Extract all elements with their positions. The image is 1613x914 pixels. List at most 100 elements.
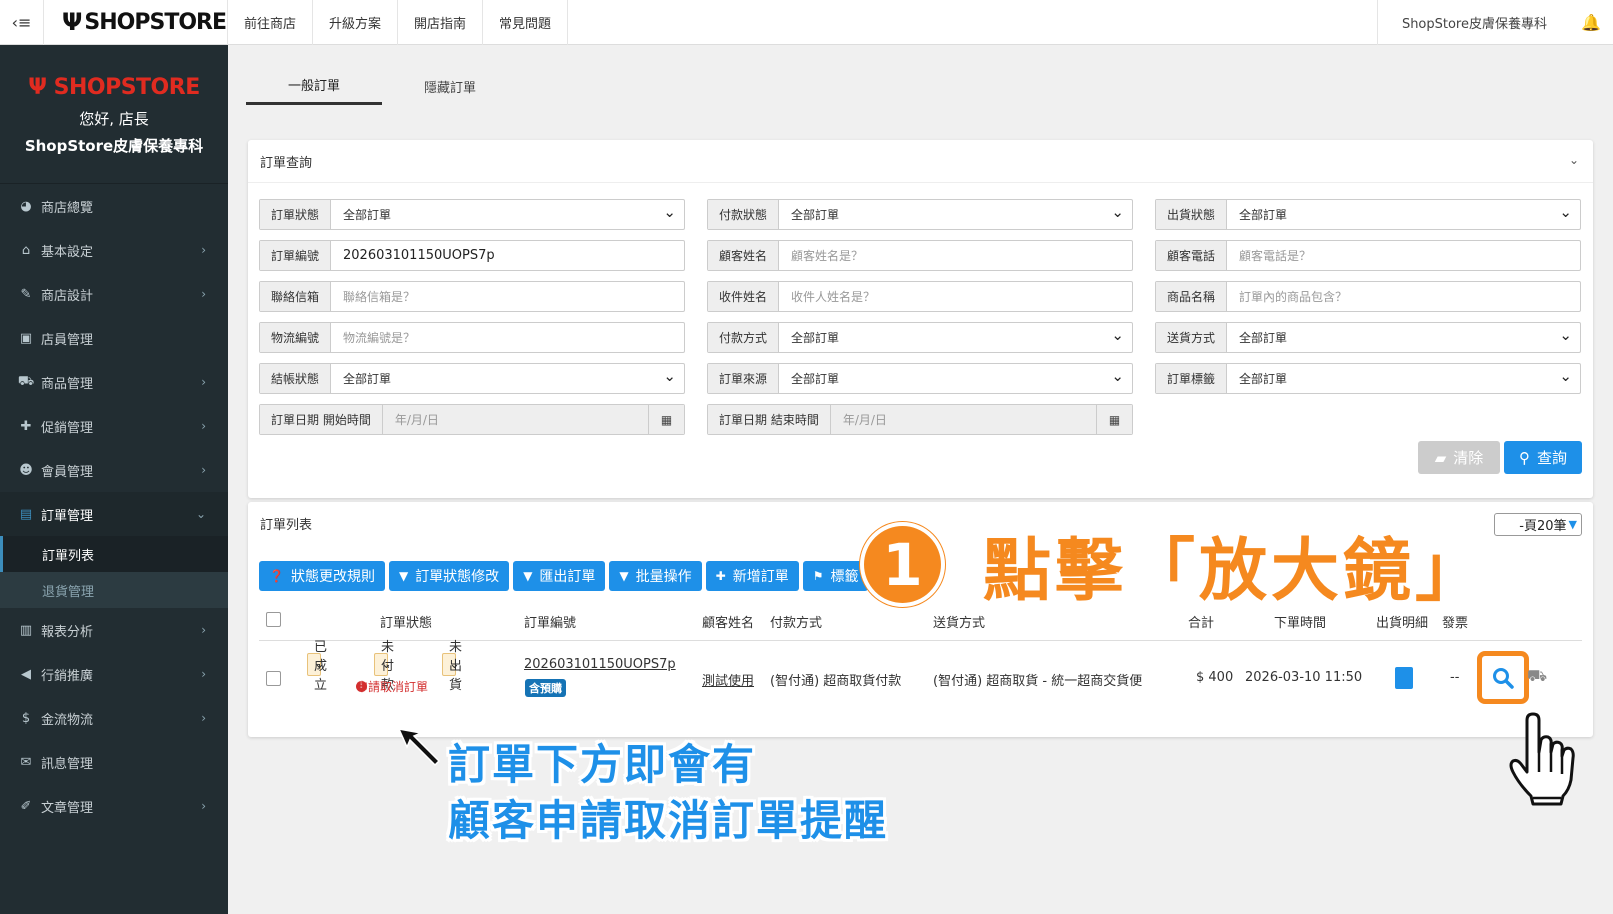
sidebar-item-marketing[interactable]: ◀ 行銷推廣 › (0, 652, 228, 696)
sidebar-store-name: ShopStore皮膚保養專科 (24, 137, 204, 155)
comments-icon: ✉ (20, 754, 32, 770)
recipient-name-input[interactable]: 收件人姓名是？ (779, 282, 1132, 311)
status-rule-button[interactable]: ❓ 狀態更改規則 (259, 561, 385, 591)
sidebar-item-staff[interactable]: ▣ 店員管理 (0, 316, 228, 360)
tag-button[interactable]: ⚑ 標籤 (802, 561, 869, 591)
sidebar-item-articles[interactable]: ✐ 文章管理 › (0, 784, 228, 828)
batch-operation-button[interactable]: ▼ 批量操作 (609, 561, 702, 591)
col-order-status: 訂單狀態 (380, 616, 433, 631)
view-order-button[interactable] (1477, 651, 1529, 704)
tab-normal-orders[interactable]: 一般訂單 (246, 67, 382, 105)
shipping-status-select[interactable]: 全部訂單 (1227, 200, 1580, 229)
sidebar-item-order-list[interactable]: 訂單列表 (0, 536, 228, 572)
col-total: 合計 (1188, 616, 1215, 631)
payment-status-dropdown[interactable]: 未付款 ⌄ (374, 640, 394, 693)
bullhorn-icon: ◀ (21, 666, 31, 682)
truck-icon[interactable]: ⛟ (1527, 666, 1547, 687)
search-button[interactable]: ⚲ 查詢 (1504, 441, 1582, 474)
nav-guide[interactable]: 開店指南 (398, 0, 484, 45)
end-date-field: 訂單日期 結束時間 年/月/日 ▦ (707, 404, 1133, 435)
per-page-select[interactable]: -頁20筆 ▼ (1494, 513, 1582, 536)
menu-toggle-icon[interactable]: ‹≡ (0, 0, 44, 45)
tab-hidden-orders[interactable]: 隱藏訂單 (382, 67, 518, 105)
sidebar-item-promotions[interactable]: ✚ 促銷管理 › (0, 404, 228, 448)
order-status-dropdown[interactable]: 已成立 ⌄ (307, 640, 327, 693)
checkout-status-field: 結帳狀態 全部訂單 (259, 363, 685, 394)
collapse-chevron-icon[interactable]: ⌄ (1569, 153, 1579, 167)
lock-icon: ▣ (19, 330, 33, 346)
table-row: 已成立 ⌄ 未付款 ⌄ 未出貨 ⌄ ! 申請取消訂單 202603101150UOPS7… (259, 640, 1582, 717)
email-input[interactable]: 聯絡信箱是？ (331, 282, 684, 311)
sidebar-item-payment-logistics[interactable]: $ 金流物流 › (0, 696, 228, 740)
sidebar-item-design[interactable]: ✎ 商店設計 › (0, 272, 228, 316)
sidebar-item-settings[interactable]: ⌂ 基本設定 › (0, 228, 228, 272)
brand-logo[interactable]: Ψ SHOPSTORE (44, 0, 228, 45)
customer-phone-input[interactable]: 顧客電話是？ (1227, 241, 1580, 270)
greeting: 您好, 店長 (79, 110, 149, 128)
col-order-time: 下單時間 (1274, 616, 1327, 631)
tracking-number-input[interactable]: 物流編號是？ (331, 323, 684, 352)
payment-status-select[interactable]: 全部訂單 (779, 200, 1132, 229)
customer-name-link[interactable]: 測試使用 (702, 670, 754, 689)
sidebar-item-messages[interactable]: ✉ 訊息管理 (0, 740, 228, 784)
tracking-number-field: 物流編號 物流編號是？ (259, 322, 685, 353)
chevron-right-icon: › (201, 623, 206, 637)
customer-phone-field: 顧客電話 顧客電話是？ (1155, 240, 1581, 271)
order-number-input[interactable]: 202603101150UOPS7p (331, 241, 684, 270)
pointer-arrow-icon (397, 728, 441, 767)
order-time-value: 2026-03-10 11:50 (1245, 670, 1363, 685)
caret-down-icon: ▼ (1568, 518, 1577, 531)
calendar-icon[interactable]: ▦ (648, 405, 684, 434)
order-source-select[interactable]: 全部訂單 (779, 364, 1132, 393)
query-panel-title: 訂單查詢 (248, 140, 1593, 183)
payment-method-field: 付款方式 全部訂單 (707, 322, 1133, 353)
sidebar-item-reports[interactable]: ▥ 報表分析 › (0, 608, 228, 652)
top-nav: 前往商店 升級方案 開店指南 常見問題 (228, 0, 569, 45)
query-form: 訂單狀態全部訂單 付款狀態全部訂單 出貨狀態全部訂單 訂單編號202603101… (259, 199, 1582, 445)
clear-button[interactable]: ▰ 清除 (1418, 441, 1500, 474)
row-checkbox[interactable] (266, 671, 281, 686)
start-date-input[interactable]: 年/月/日 (382, 405, 648, 434)
calendar-icon[interactable]: ▦ (1096, 405, 1132, 434)
tag-icon: ⚑ (812, 569, 824, 583)
shipping-status-dropdown[interactable]: 未出貨 ⌄ (442, 640, 462, 693)
sidebar-item-returns[interactable]: 退貨管理 (0, 572, 228, 608)
shipping-method-field: 送貨方式 全部訂單 (1155, 322, 1581, 353)
store-name-menu[interactable]: ShopStore皮膚保養專科 (1376, 0, 1569, 45)
sidebar-item-overview[interactable]: ◕ 商店總覽 (0, 184, 228, 228)
payment-method-select[interactable]: 全部訂單 (779, 323, 1132, 352)
sidebar-item-members[interactable]: ☻ 會員管理 › (0, 448, 228, 492)
chevron-down-icon: ⌄ (381, 657, 392, 672)
sidebar-item-products[interactable]: ⛟ 商品管理 › (0, 360, 228, 404)
customer-name-input[interactable]: 顧客姓名是？ (779, 241, 1132, 270)
payment-status-field: 付款狀態 全部訂單 (707, 199, 1133, 230)
order-tag-select[interactable]: 全部訂單 (1227, 364, 1580, 393)
top-bar: ‹≡ Ψ SHOPSTORE 前往商店 升級方案 開店指南 常見問題 ShopSt… (0, 0, 1613, 45)
document-icon[interactable] (1395, 667, 1413, 689)
chevron-right-icon: › (201, 243, 206, 257)
product-name-input[interactable]: 訂單內的商品包含？ (1227, 282, 1580, 311)
nav-upgrade[interactable]: 升級方案 (313, 0, 399, 45)
sidebar-header: Ψ SHOPSTORE 您好, 店長 ShopStore皮膚保養專科 (0, 45, 228, 184)
note-line-2: 顧客申請取消訂單提醒 (448, 796, 889, 845)
bell-icon[interactable]: 🔔 (1569, 0, 1613, 45)
sidebar: Ψ SHOPSTORE 您好, 店長 ShopStore皮膚保養專科 ◕ 商店總覽… (0, 45, 228, 914)
chevron-down-icon: ⌄ (314, 657, 325, 672)
note-annotation: 訂單下方即會有 顧客申請取消訂單提醒 (448, 737, 888, 849)
checkout-status-select[interactable]: 全部訂單 (331, 364, 684, 393)
nav-go-store[interactable]: 前往商店 (228, 0, 314, 45)
nav-faq[interactable]: 常見問題 (483, 0, 569, 45)
export-orders-button[interactable]: ▼ 匯出訂單 (513, 561, 606, 591)
select-all-checkbox[interactable] (266, 612, 281, 627)
order-status-select[interactable]: 全部訂單 (331, 200, 684, 229)
order-status-edit-button[interactable]: ▼ 訂單狀態修改 (388, 561, 510, 591)
shipping-method-select[interactable]: 全部訂單 (1227, 323, 1580, 352)
order-number-link[interactable]: 202603101150UOPS7p (524, 657, 676, 672)
sidebar-item-orders[interactable]: ▤ 訂單管理 ⌄ (0, 492, 228, 536)
recipient-name-field: 收件姓名 收件人姓名是？ (707, 281, 1133, 312)
add-order-button[interactable]: ✚ 新增訂單 (705, 561, 799, 591)
end-date-input[interactable]: 年/月/日 (830, 405, 1096, 434)
step-number-badge: 1 (860, 522, 945, 607)
col-customer-name: 顧客姓名 (702, 616, 755, 631)
caret-down-icon: ▼ (523, 569, 533, 583)
